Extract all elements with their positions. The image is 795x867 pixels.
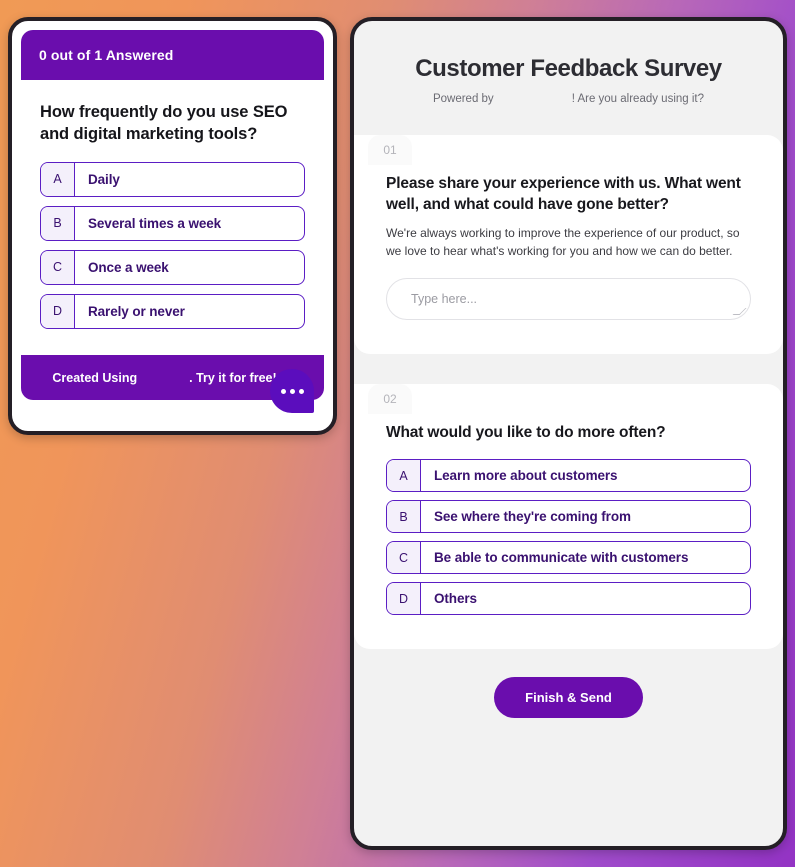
question-description: We're always working to improve the expe… [386, 226, 740, 258]
chat-bubble-button[interactable] [270, 369, 314, 413]
finish-and-send-button[interactable]: Finish & Send [494, 677, 643, 719]
created-using-label: Created Using [52, 370, 138, 385]
progress-label: 0 out of 1 Answered [39, 47, 174, 63]
widget-option-b[interactable]: B Several times a week [40, 205, 305, 241]
survey-panel: Customer Feedback Survey Powered by ! Ar… [350, 17, 787, 850]
already-using-label: ! Are you already using it? [571, 93, 705, 105]
widget-option-list: A Daily B Several times a week C Once a … [40, 161, 305, 329]
widget-progress-header: 0 out of 1 Answered [21, 30, 324, 80]
option-label: Once a week [88, 259, 169, 275]
option-letter: C [387, 542, 421, 574]
option-letter: B [41, 206, 75, 240]
question-title: What would you like to do more often? [386, 423, 666, 441]
option-label: Learn more about customers [434, 468, 618, 484]
ellipsis-icon [289, 388, 295, 394]
survey-header: Customer Feedback Survey Powered by ! Ar… [354, 21, 783, 105]
option-letter: A [41, 162, 75, 196]
question-option-list: A Learn more about customers B See where… [386, 459, 751, 616]
resize-handle-icon[interactable] [732, 307, 747, 315]
option-letter: B [387, 501, 421, 533]
widget-option-a[interactable]: A Daily [40, 161, 305, 197]
option-letter: D [41, 294, 75, 328]
free-text-answer-input[interactable]: Type here... [386, 277, 751, 320]
option-letter: D [387, 583, 421, 615]
page-title: Customer Feedback Survey [415, 55, 722, 82]
input-placeholder: Type here... [411, 291, 478, 306]
option-label: Rarely or never [88, 303, 185, 319]
survey-option-a[interactable]: A Learn more about customers [386, 459, 751, 493]
option-label: Several times a week [88, 215, 222, 231]
survey-subtitle: Powered by ! Are you already using it? [374, 93, 763, 105]
widget-question-text: How frequently do you use SEO and digita… [40, 103, 288, 143]
survey-footer: Finish & Send [354, 677, 783, 719]
option-label: Be able to communicate with customers [434, 550, 689, 566]
widget-option-c[interactable]: C Once a week [40, 249, 305, 285]
question-number-tab-02: 02 [368, 383, 412, 414]
option-label: Daily [88, 171, 120, 187]
survey-option-c[interactable]: C Be able to communicate with customers [386, 541, 751, 575]
survey-option-b[interactable]: B See where they're coming from [386, 500, 751, 534]
question-card-02: What would you like to do more often? A … [354, 383, 783, 650]
ellipsis-icon [298, 388, 304, 394]
question-number-tab-01: 01 [368, 135, 412, 165]
widget-option-d[interactable]: D Rarely or never [40, 293, 305, 329]
question-card-01: Please share your experience with us. Wh… [354, 135, 783, 354]
question-block-02: 02 What would you like to do more often?… [354, 383, 783, 650]
question-block-01: 01 Please share your experience with us.… [354, 135, 783, 354]
option-label: See where they're coming from [434, 509, 631, 525]
option-letter: A [387, 460, 421, 492]
ellipsis-icon [280, 388, 286, 394]
option-label: Others [434, 591, 477, 607]
question-title: Please share your experience with us. Wh… [386, 175, 741, 214]
survey-option-d[interactable]: D Others [386, 582, 751, 616]
survey-widget-preview-card: 0 out of 1 Answered How frequently do yo… [8, 17, 337, 435]
option-letter: C [41, 250, 75, 284]
powered-by-label: Powered by [432, 93, 494, 105]
widget-inner-frame: 0 out of 1 Answered How frequently do yo… [16, 25, 329, 427]
